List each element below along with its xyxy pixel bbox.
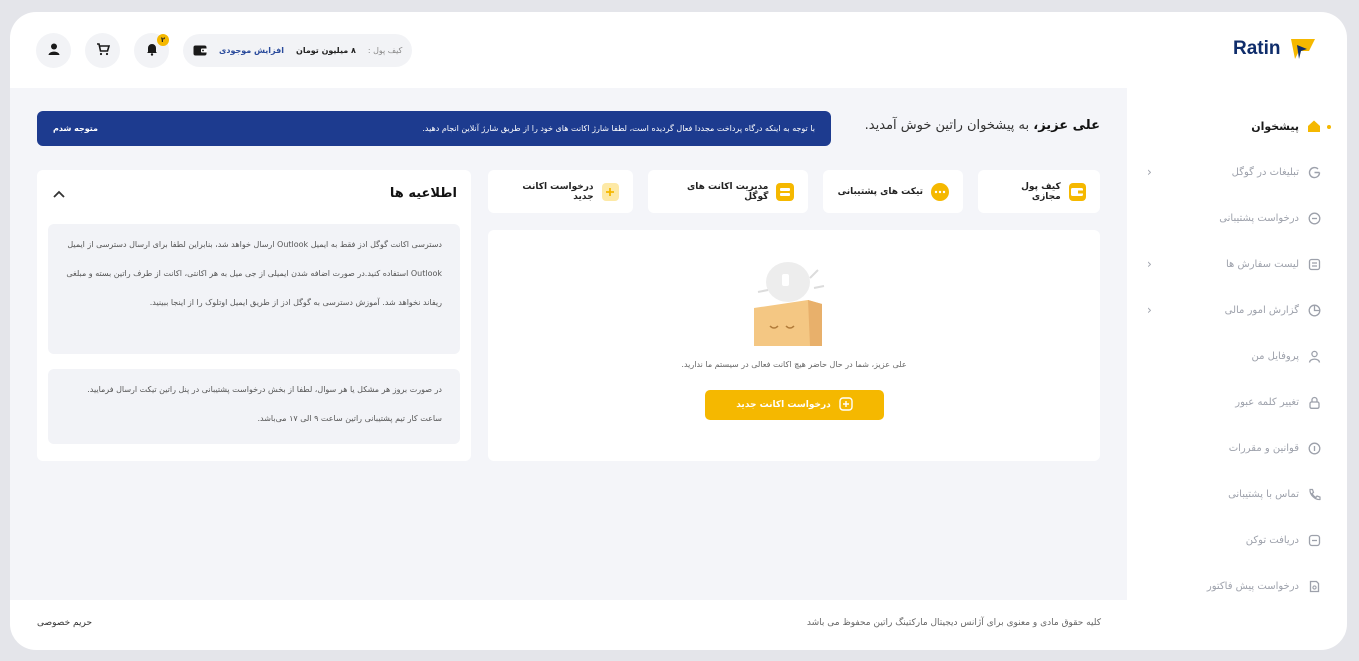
- banner-dismiss-button[interactable]: متوجه شدم: [53, 124, 98, 133]
- notification-badge: ۲: [157, 34, 169, 46]
- list-icon: [1307, 257, 1321, 271]
- cta-label: درخواست اکانت جدید: [736, 400, 831, 410]
- sidebar-item-label: درخواست پیش فاکتور: [1206, 580, 1299, 592]
- sidebar-item-label: تبلیغات در گوگل: [1231, 166, 1299, 178]
- sidebar-item-profile[interactable]: پروفایل من: [1252, 349, 1321, 363]
- chevron-left-icon[interactable]: ‹: [1147, 165, 1152, 179]
- quick-action-label: درخواست اکانت جدید: [522, 181, 594, 202]
- increase-balance-link[interactable]: افزایش موجودی: [219, 46, 284, 55]
- chevron-up-icon[interactable]: [51, 187, 67, 203]
- phone-icon: [1307, 487, 1321, 501]
- notifications-button[interactable]: ۲: [134, 33, 169, 68]
- new-account-request-button[interactable]: درخواست اکانت جدید: [705, 390, 884, 420]
- user-icon: [1307, 349, 1321, 363]
- pie-icon: [1307, 303, 1321, 317]
- welcome-name: علی عزیز،: [1033, 118, 1100, 133]
- lock-icon: [1307, 395, 1321, 409]
- quick-action-tickets[interactable]: تیکت های پشتیبانی: [823, 170, 963, 213]
- google-icon: [1307, 165, 1321, 179]
- bell-icon: [145, 41, 159, 60]
- home-icon: [1307, 119, 1321, 133]
- profile-button[interactable]: [36, 33, 71, 68]
- welcome-text: به پیشخوان راتین خوش آمدید.: [864, 118, 1034, 133]
- sidebar-item-label: گزارش امور مالی: [1224, 304, 1299, 316]
- sidebar-item-label: دریافت توکن: [1245, 534, 1299, 546]
- quick-action-label: مدیریت اکانت های گوگل: [686, 181, 769, 202]
- top-actions: ۲ کیف پول : ۸ میلیون تومان افزایش موجودی: [36, 33, 413, 68]
- notice-item: در صورت بروز هر مشکل یا هر سوال، لطفا از…: [48, 369, 460, 444]
- sidebar-item-dashboard[interactable]: پیشخوان: [1251, 119, 1321, 133]
- sidebar-item-rules[interactable]: قوانین و مقررات: [1229, 441, 1321, 455]
- quick-action-label: تیکت های پشتیبانی: [837, 186, 923, 197]
- accounts-empty-state: علی عزیز، شما در حال حاضر هیچ اکانت فعال…: [488, 230, 1100, 461]
- notices-title: اطلاعیه ها: [389, 186, 457, 201]
- notice-item: دسترسی اکانت گوگل ادز فقط به ایمیل Outlo…: [48, 224, 460, 354]
- sidebar-item-contact-support[interactable]: تماس با پشتیبانی: [1228, 487, 1321, 501]
- quick-action-google-accounts[interactable]: مدیریت اکانت های گوگل: [648, 170, 808, 213]
- chat-icon: [1307, 211, 1321, 225]
- token-icon: [1307, 533, 1321, 547]
- sidebar-item-change-password[interactable]: تغییر کلمه عبور: [1235, 395, 1321, 409]
- sidebar-item-proforma-request[interactable]: درخواست پیش فاکتور: [1207, 579, 1321, 593]
- sidebar-item-label: لیست سفارش ها: [1225, 258, 1299, 270]
- logo-mark-icon: [1289, 37, 1317, 61]
- sidebar-item-orders[interactable]: لیست سفارش ها: [1226, 257, 1321, 271]
- sidebar-item-label: پیشخوان: [1251, 119, 1299, 133]
- wallet-icon: [193, 44, 207, 58]
- sidebar-item-google-ads[interactable]: تبلیغات در گوگل: [1232, 165, 1321, 179]
- chevron-left-icon[interactable]: ‹: [1147, 303, 1152, 317]
- logo[interactable]: Ratin: [1233, 37, 1317, 61]
- wallet-balance: ۸ میلیون تومان: [295, 46, 356, 55]
- notices-panel: اطلاعیه ها دسترسی اکانت گوگل ادز فقط به …: [37, 170, 471, 461]
- chevron-left-icon[interactable]: ‹: [1147, 257, 1152, 271]
- welcome-message: علی عزیز، به پیشخوان راتین خوش آمدید.: [858, 118, 1100, 133]
- footer: کلیه حقوق مادی و معنوی برای آژانس دیجیتا…: [10, 600, 1347, 650]
- app-window: Ratin ۲ کیف پول : ۸ میلیون تومان افزایش …: [10, 12, 1347, 650]
- plus-icon: [601, 182, 619, 201]
- sidebar-item-label: قوانین و مقررات: [1228, 442, 1299, 454]
- sidebar: پیشخوان تبلیغات در گوگل ‹ درخواست پشتیبا…: [1127, 88, 1347, 600]
- wallet-label: کیف پول :: [367, 46, 403, 55]
- logo-text: Ratin: [1233, 38, 1281, 59]
- accounts-icon: [776, 182, 794, 201]
- wallet-icon: [1068, 182, 1086, 201]
- quick-action-new-account[interactable]: درخواست اکانت جدید: [488, 170, 633, 213]
- privacy-link[interactable]: حریم خصوصی: [37, 618, 92, 628]
- plus-icon: [839, 396, 853, 414]
- cart-button[interactable]: [85, 33, 120, 68]
- sidebar-item-label: درخواست پشتیبانی: [1219, 212, 1299, 224]
- sidebar-item-label: تماس با پشتیبانی: [1228, 488, 1299, 500]
- sidebar-item-get-token[interactable]: دریافت توکن: [1246, 533, 1321, 547]
- empty-state-text: علی عزیز، شما در حال حاضر هیچ اکانت فعال…: [681, 360, 907, 369]
- quick-action-wallet[interactable]: کیف پول مجازی: [978, 170, 1100, 213]
- ticket-icon: [931, 182, 949, 201]
- sidebar-item-finance-report[interactable]: گزارش امور مالی: [1225, 303, 1321, 317]
- empty-box-illustration: [748, 260, 838, 356]
- banner-text: با توجه به اینکه درگاه پرداخت مجددا فعال…: [422, 124, 815, 133]
- wallet-pill: کیف پول : ۸ میلیون تومان افزایش موجودی: [183, 34, 413, 67]
- quick-action-label: کیف پول مجازی: [1021, 181, 1061, 202]
- sidebar-item-support-request[interactable]: درخواست پشتیبانی: [1219, 211, 1321, 225]
- footer-copyright: کلیه حقوق مادی و معنوی برای آژانس دیجیتا…: [806, 618, 1101, 628]
- sidebar-item-label: پروفایل من: [1251, 350, 1299, 362]
- rules-icon: [1307, 441, 1321, 455]
- user-icon: [47, 41, 61, 60]
- cart-icon: [96, 41, 110, 60]
- sidebar-item-label: تغییر کلمه عبور: [1235, 396, 1299, 408]
- payment-notice-banner: با توجه به اینکه درگاه پرداخت مجددا فعال…: [37, 111, 831, 146]
- invoice-icon: [1307, 579, 1321, 593]
- active-indicator: [1327, 125, 1331, 129]
